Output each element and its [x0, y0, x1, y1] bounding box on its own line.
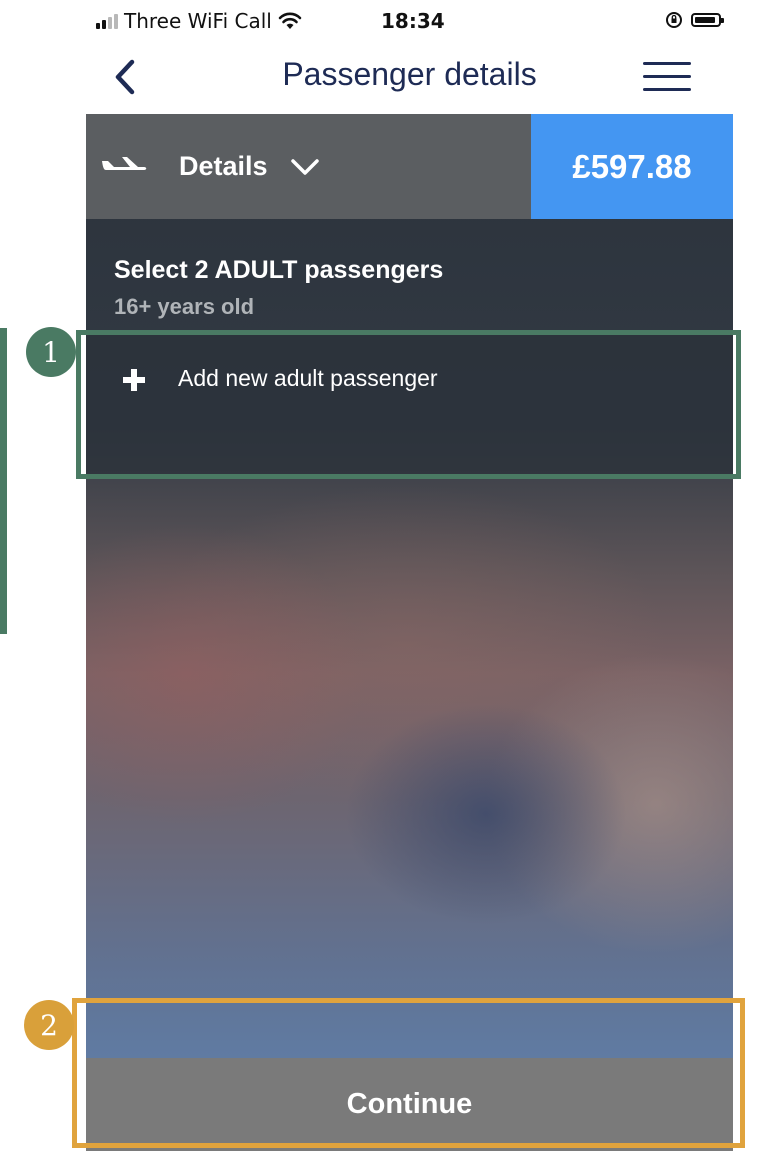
summary-bar: Details £597.88 — [86, 114, 733, 219]
status-bar: Three WiFi Call 18:34 — [86, 0, 733, 44]
menu-line — [643, 88, 691, 91]
menu-button[interactable] — [643, 60, 693, 94]
add-passenger-button[interactable]: Add new adult passenger — [86, 334, 733, 474]
continue-button[interactable]: Continue — [86, 1058, 733, 1151]
step-badge-2: 2 — [24, 1000, 74, 1050]
age-requirement: 16+ years old — [114, 294, 255, 319]
signal-icon — [96, 13, 118, 29]
status-time: 18:34 — [381, 9, 445, 33]
content-area: Details £597.88 Select 2 ADULT passenger… — [86, 114, 733, 1151]
carrier-name: Three WiFi Call — [124, 9, 272, 33]
phone-screen: Three WiFi Call 18:34 Passenger details — [86, 0, 733, 1151]
select-passengers-title: Select 2 ADULT passengers — [114, 256, 444, 284]
plane-icon — [102, 156, 147, 170]
step-badge-1: 1 — [26, 327, 76, 377]
details-label: Details — [179, 151, 268, 181]
nav-bar: Passenger details — [86, 44, 733, 114]
battery-icon — [691, 13, 724, 27]
orientation-lock-icon — [666, 12, 682, 28]
plus-icon — [123, 369, 145, 391]
wifi-icon — [278, 12, 302, 29]
left-marker-bar — [0, 328, 7, 634]
menu-line — [643, 62, 691, 65]
chevron-down-icon — [290, 158, 319, 175]
status-right — [665, 11, 724, 29]
menu-line — [643, 75, 691, 78]
details-toggle[interactable]: Details — [86, 114, 531, 219]
status-left: Three WiFi Call — [96, 9, 302, 33]
total-price: £597.88 — [531, 114, 733, 219]
page-title: Passenger details — [282, 56, 537, 92]
add-passenger-label: Add new adult passenger — [178, 365, 438, 391]
